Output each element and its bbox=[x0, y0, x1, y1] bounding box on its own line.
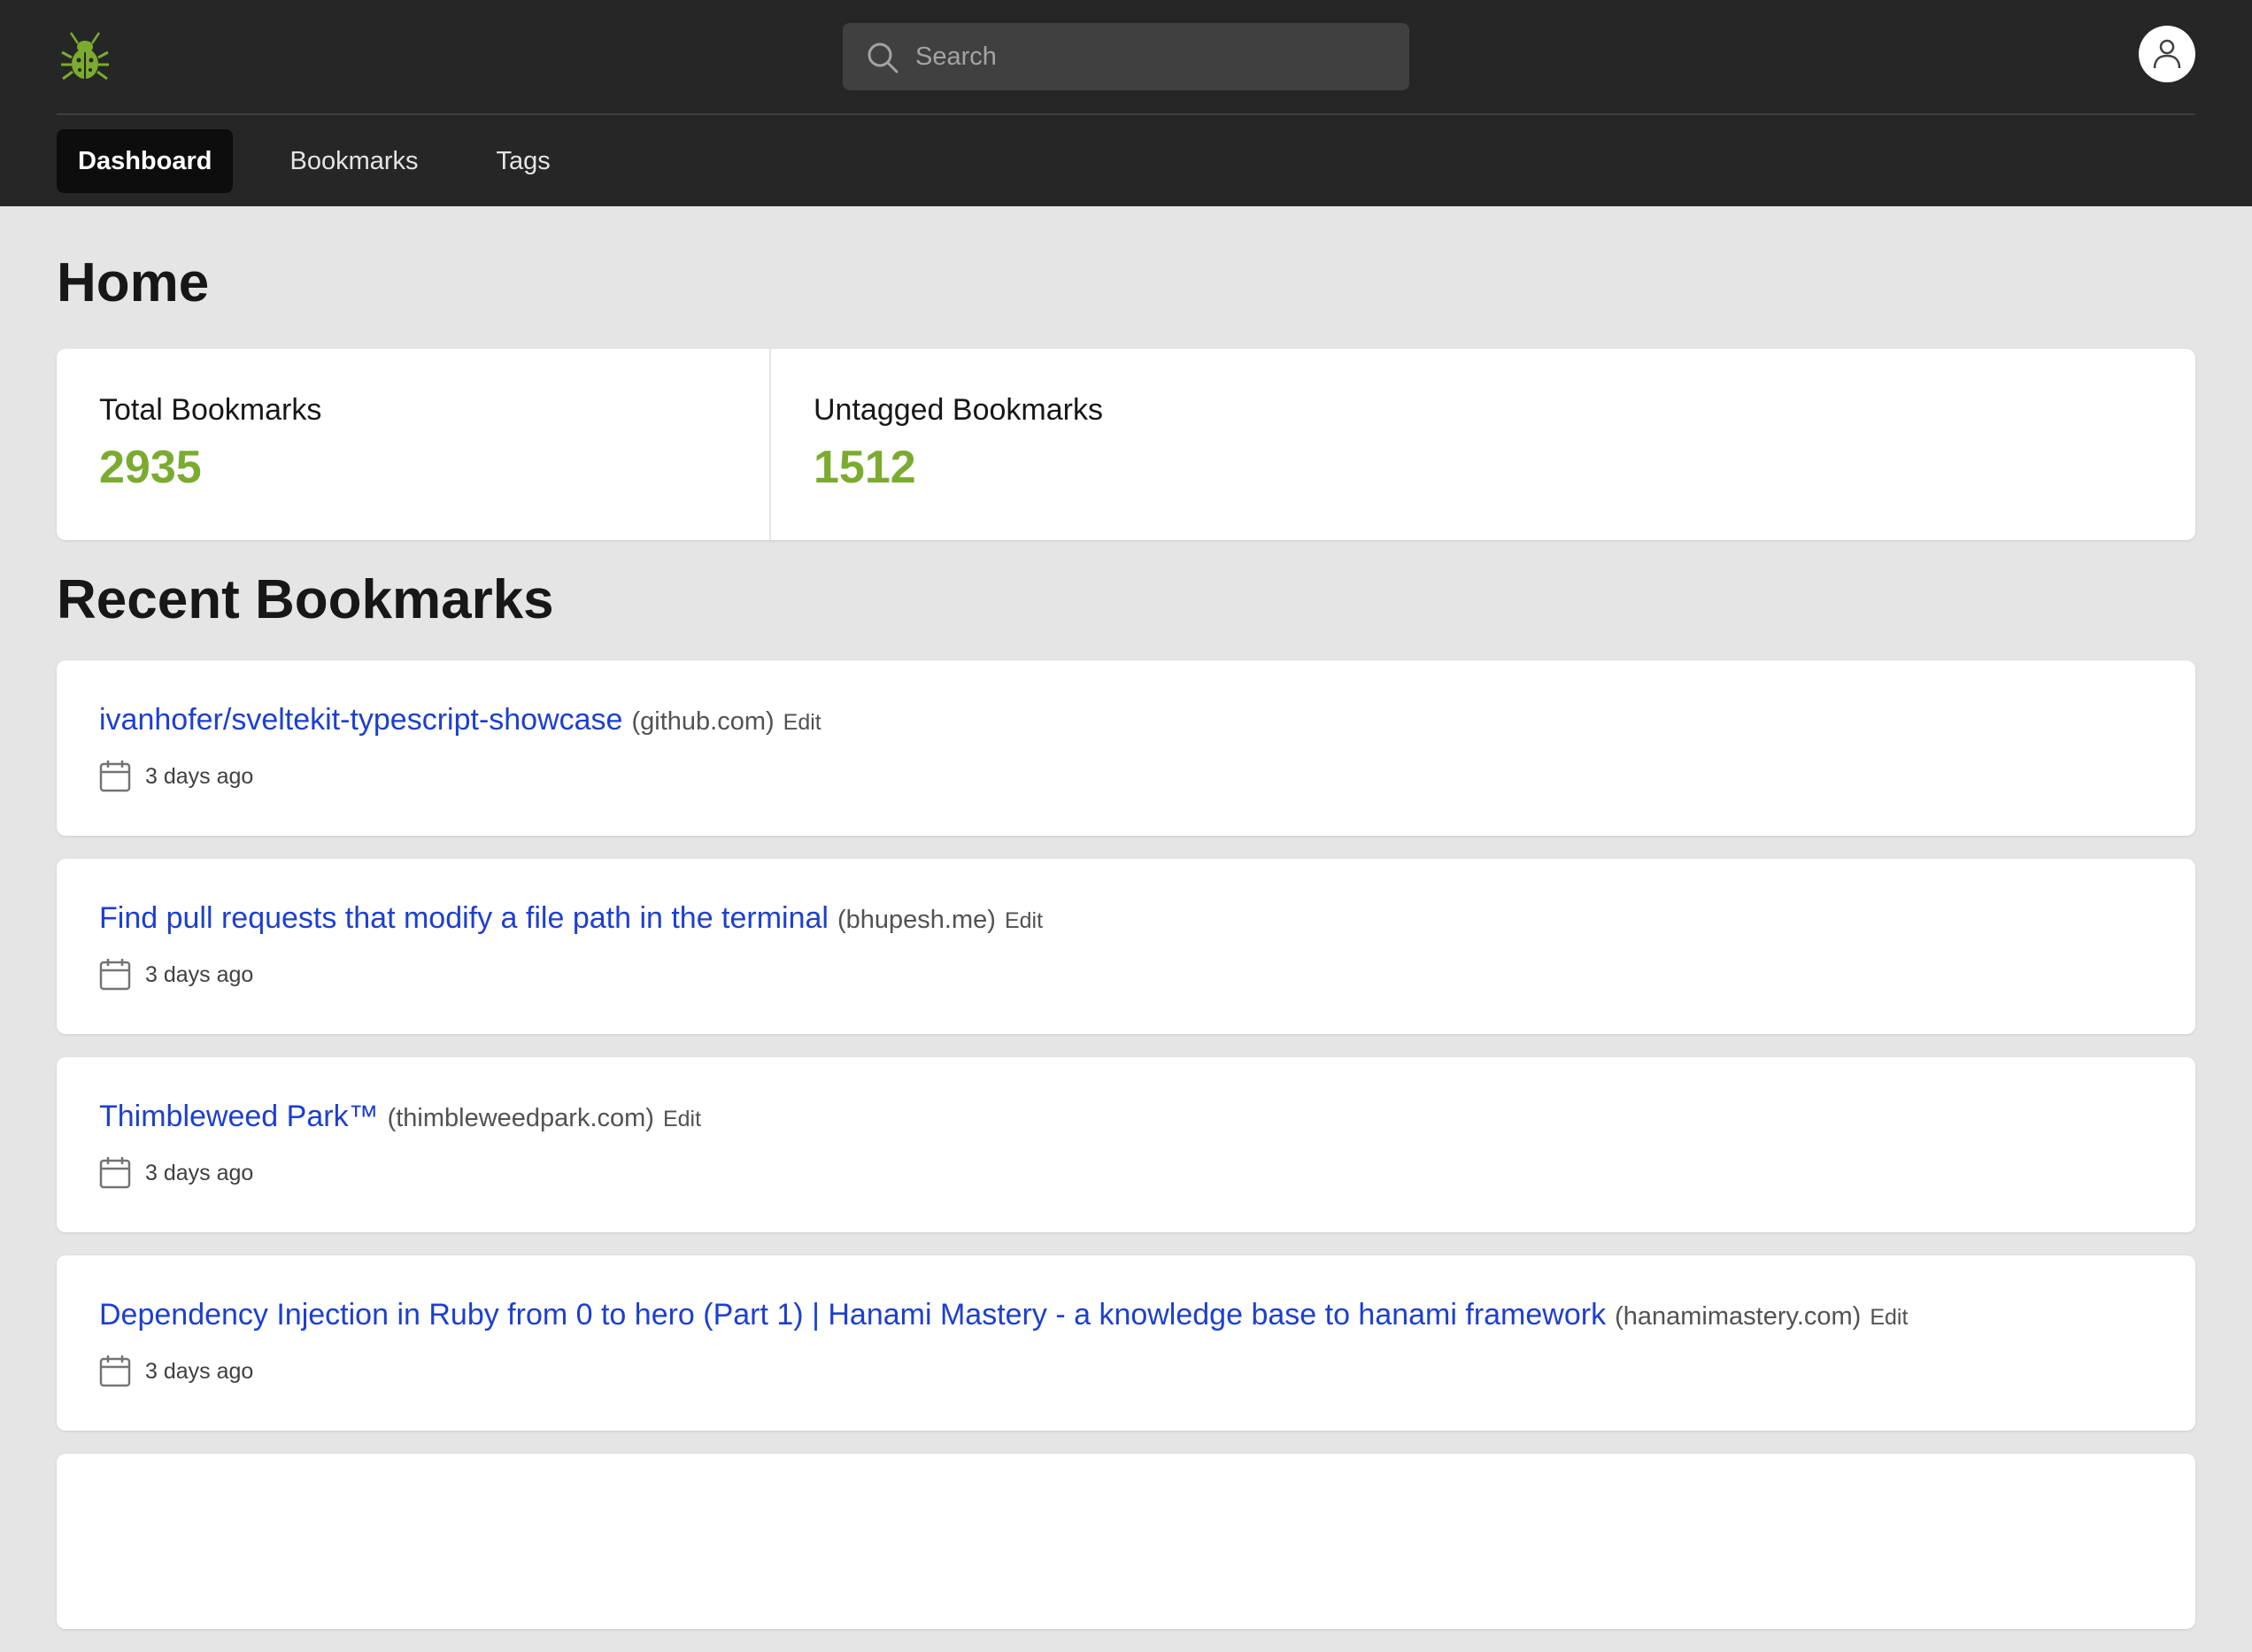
stat-value: 2935 bbox=[99, 442, 202, 493]
main-nav: Dashboard Bookmarks Tags bbox=[57, 129, 607, 193]
stats-card: Total Bookmarks 2935 Untagged Bookmarks … bbox=[57, 349, 2195, 540]
calendar-icon bbox=[99, 1355, 131, 1387]
bookmark-domain: (bhupesh.me) bbox=[837, 906, 996, 934]
user-avatar[interactable] bbox=[2139, 26, 2195, 82]
bookmark-domain: (hanamimastery.com) bbox=[1615, 1302, 1862, 1331]
edit-link[interactable]: Edit bbox=[1005, 908, 1043, 934]
search-bar[interactable] bbox=[843, 23, 1409, 90]
bookmark-date: 3 days ago bbox=[145, 763, 254, 789]
user-icon bbox=[2153, 39, 2181, 69]
stat-label: Total Bookmarks bbox=[99, 393, 322, 427]
bookmark-domain: (thimbleweedpark.com) bbox=[387, 1104, 654, 1132]
top-header: Dashboard Bookmarks Tags bbox=[0, 0, 2252, 206]
bookmark-card: Dependency Injection in Ruby from 0 to h… bbox=[57, 1255, 2195, 1431]
nav-item-tags[interactable]: Tags bbox=[475, 129, 572, 193]
calendar-icon bbox=[99, 959, 131, 991]
bookmark-card: Find pull requests that modify a file pa… bbox=[57, 859, 2195, 1034]
stat-untagged-bookmarks: Untagged Bookmarks 1512 bbox=[771, 349, 2195, 540]
stat-value: 1512 bbox=[814, 442, 916, 493]
search-input[interactable] bbox=[914, 23, 1392, 90]
edit-link[interactable]: Edit bbox=[663, 1107, 701, 1132]
header-divider bbox=[57, 113, 2195, 115]
bookmark-link[interactable]: Find pull requests that modify a file pa… bbox=[99, 901, 829, 936]
edit-link[interactable]: Edit bbox=[783, 710, 821, 736]
bookmark-card: Thimbleweed Park™ (thimbleweedpark.com) … bbox=[57, 1057, 2195, 1232]
bookmark-card: ivanhofer/sveltekit-typescript-showcase … bbox=[57, 660, 2195, 836]
bookmark-link[interactable]: Thimbleweed Park™ bbox=[99, 1100, 379, 1134]
bookmark-link[interactable]: Dependency Injection in Ruby from 0 to h… bbox=[99, 1298, 1606, 1332]
page-title: Home bbox=[57, 252, 210, 313]
section-title: Recent Bookmarks bbox=[57, 569, 554, 630]
calendar-icon bbox=[99, 760, 131, 792]
search-icon bbox=[868, 42, 898, 73]
edit-link[interactable]: Edit bbox=[1870, 1305, 1908, 1331]
stat-total-bookmarks: Total Bookmarks 2935 bbox=[57, 349, 771, 540]
nav-item-bookmarks[interactable]: Bookmarks bbox=[268, 129, 439, 193]
calendar-icon bbox=[99, 1157, 131, 1189]
nav-item-dashboard[interactable]: Dashboard bbox=[57, 129, 234, 193]
bookmark-link[interactable]: ivanhofer/sveltekit-typescript-showcase bbox=[99, 703, 622, 737]
bug-icon[interactable] bbox=[60, 31, 110, 84]
bookmark-date: 3 days ago bbox=[145, 1160, 254, 1185]
bookmark-domain: (github.com) bbox=[631, 707, 775, 736]
stat-label: Untagged Bookmarks bbox=[814, 393, 1103, 427]
bookmark-list: ivanhofer/sveltekit-typescript-showcase … bbox=[57, 660, 2195, 1652]
bookmark-date: 3 days ago bbox=[145, 961, 254, 987]
bookmark-date: 3 days ago bbox=[145, 1358, 254, 1384]
bookmark-card bbox=[57, 1454, 2195, 1629]
